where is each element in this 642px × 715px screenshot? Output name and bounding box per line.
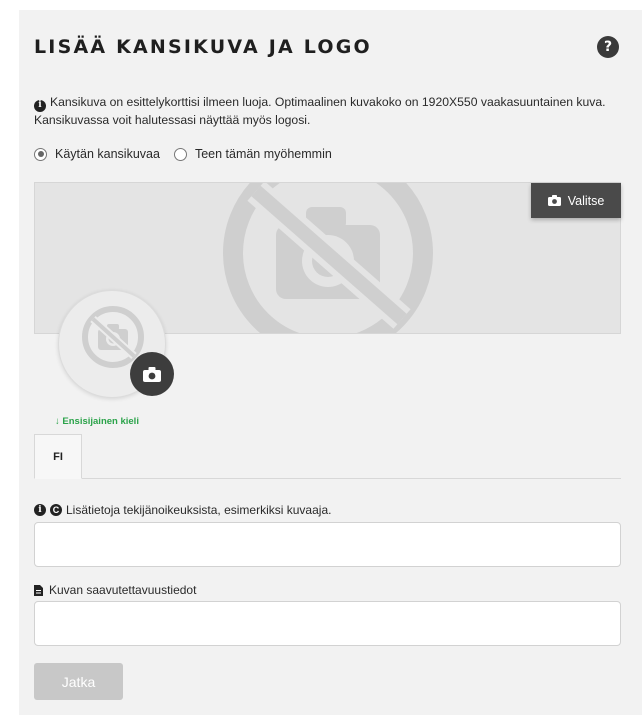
select-cover-label: Valitse: [567, 193, 605, 208]
info-text: Kansikuva on esittelykorttisi ilmeen luo…: [34, 95, 606, 127]
upload-logo-button[interactable]: [130, 352, 174, 396]
camera-icon: [143, 366, 161, 382]
radio-use-cover[interactable]: Käytän kansikuvaa: [34, 147, 160, 161]
accessibility-label: Kuvan saavutettavuustiedot: [34, 583, 196, 597]
radio-checked-icon[interactable]: [34, 147, 47, 161]
radio-use-cover-label: Käytän kansikuvaa: [55, 147, 160, 161]
tab-fi[interactable]: FI: [34, 434, 82, 479]
info-icon: i: [34, 99, 46, 112]
accessibility-input[interactable]: [34, 601, 621, 646]
continue-button[interactable]: Jatka: [34, 663, 123, 700]
info-text-block: i Kansikuva on esittelykorttisi ilmeen lu…: [34, 94, 634, 129]
select-cover-button[interactable]: Valitse: [531, 183, 621, 218]
tabs-divider: [34, 478, 621, 479]
camera-icon: [547, 195, 561, 206]
primary-language-label: ↓ Ensisijainen kieli: [55, 416, 139, 427]
help-icon[interactable]: ?: [597, 36, 619, 58]
copyright-label: i C Lisätietoja tekijänoikeuksista, esim…: [34, 503, 331, 517]
radio-later-label: Teen tämän myöhemmin: [194, 147, 332, 161]
cover-radio-group: Käytän kansikuvaa Teen tämän myöhemmin: [34, 147, 346, 161]
document-icon: [34, 584, 43, 596]
page-title: LISÄÄ KANSIKUVA JA LOGO: [34, 36, 372, 58]
radio-later[interactable]: Teen tämän myöhemmin: [173, 147, 332, 161]
arrow-down-icon: ↓: [55, 416, 60, 427]
radio-unchecked-icon[interactable]: [173, 147, 187, 161]
info-icon: i: [34, 504, 46, 516]
copyright-input[interactable]: [34, 522, 621, 567]
copyright-icon: C: [50, 504, 62, 516]
